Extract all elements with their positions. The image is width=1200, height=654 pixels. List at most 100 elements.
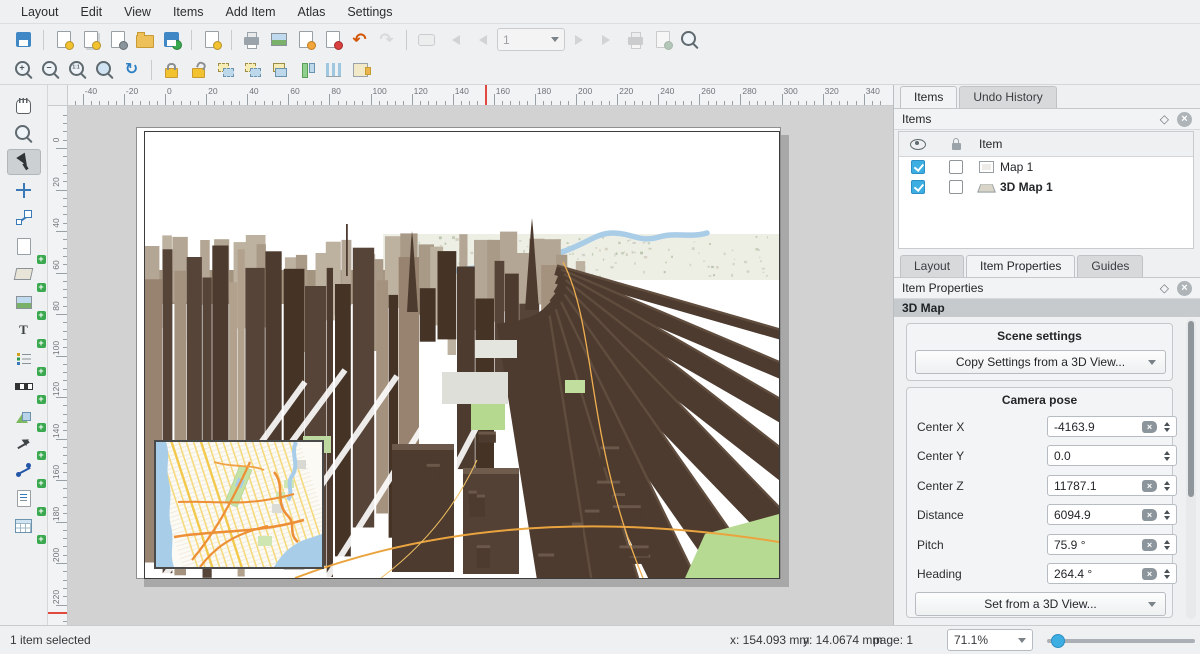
lock-items-button[interactable]	[158, 57, 185, 83]
clear-field-icon[interactable]: ×	[1142, 421, 1157, 433]
group-items-button[interactable]	[212, 57, 239, 83]
export-atlas-button[interactable]	[649, 27, 676, 53]
move-item-content-tool[interactable]	[7, 177, 41, 203]
add-label-tool[interactable]: T+	[7, 317, 41, 343]
item-row-3dmap1[interactable]: 3D Map 1	[899, 177, 1193, 197]
center-x-input[interactable]: -4163.9 ×	[1047, 416, 1177, 437]
add-scalebar-tool[interactable]: +	[7, 373, 41, 399]
atlas-page-combo[interactable]: 1	[497, 28, 565, 51]
close-panel-icon[interactable]: ×	[1177, 281, 1192, 296]
preview-atlas-button[interactable]	[676, 27, 703, 53]
ruler-horizontal[interactable]: -40-200204060801001201401601802002202402…	[68, 85, 893, 106]
center-y-input[interactable]: 0.0	[1047, 445, 1177, 466]
menu-settings[interactable]: Settings	[336, 2, 403, 22]
raise-items-button[interactable]	[266, 57, 293, 83]
ungroup-items-button[interactable]	[239, 57, 266, 83]
tab-undo-history[interactable]: Undo History	[959, 86, 1056, 108]
zoom-actual-button[interactable]: 1:1	[64, 57, 91, 83]
menu-layout[interactable]: Layout	[10, 2, 70, 22]
tab-items[interactable]: Items	[900, 86, 957, 108]
float-panel-icon[interactable]: ◇	[1160, 112, 1169, 126]
copy-settings-button[interactable]: Copy Settings from a 3D View...	[915, 350, 1166, 374]
align-items-button[interactable]	[293, 57, 320, 83]
clear-field-icon[interactable]: ×	[1142, 480, 1157, 492]
open-folder-button[interactable]	[131, 27, 158, 53]
lock-checkbox[interactable]	[949, 160, 963, 174]
layout-manager-button[interactable]	[104, 27, 131, 53]
visibility-checkbox[interactable]	[911, 160, 925, 174]
add-table-tool[interactable]: +	[7, 513, 41, 539]
atlas-settings-button[interactable]	[413, 27, 440, 53]
add-picture-tool[interactable]: +	[7, 289, 41, 315]
duplicate-layout-button[interactable]	[77, 27, 104, 53]
add-pages-button[interactable]	[198, 27, 225, 53]
export-pdf-button[interactable]	[319, 27, 346, 53]
refresh-button[interactable]: ↻	[118, 57, 145, 83]
add-legend-tool[interactable]: +	[7, 345, 41, 371]
atlas-last-button[interactable]	[595, 27, 622, 53]
layout-canvas[interactable]	[68, 106, 893, 625]
scrollbar-thumb[interactable]	[1188, 321, 1194, 497]
spinbox-arrows[interactable]	[1160, 566, 1174, 582]
heading-input[interactable]: 264.4 ° ×	[1047, 563, 1177, 584]
float-panel-icon[interactable]: ◇	[1160, 281, 1169, 295]
spinbox-arrows[interactable]	[1160, 537, 1174, 553]
edit-nodes-item-tool[interactable]	[7, 205, 41, 231]
spinbox-arrows[interactable]	[1160, 478, 1174, 494]
menu-add-item[interactable]: Add Item	[215, 2, 287, 22]
export-svg-button[interactable]	[292, 27, 319, 53]
unlock-all-button[interactable]	[185, 57, 212, 83]
zoom-full-button[interactable]	[91, 57, 118, 83]
pitch-input[interactable]: 75.9 ° ×	[1047, 534, 1177, 555]
undo-button[interactable]: ↶	[346, 27, 373, 53]
center-z-input[interactable]: 11787.1 ×	[1047, 475, 1177, 496]
zoom-out-button[interactable]: −	[37, 57, 64, 83]
clear-field-icon[interactable]: ×	[1142, 539, 1157, 551]
print-atlas-button[interactable]	[622, 27, 649, 53]
set-from-3d-view-button[interactable]: Set from a 3D View...	[915, 592, 1166, 616]
pan-tool[interactable]	[7, 93, 41, 119]
atlas-first-button[interactable]	[440, 27, 467, 53]
menu-edit[interactable]: Edit	[70, 2, 114, 22]
visibility-checkbox[interactable]	[911, 180, 925, 194]
item-row-map1[interactable]: Map 1	[899, 157, 1193, 177]
spinbox-arrows[interactable]	[1160, 419, 1174, 435]
clear-field-icon[interactable]: ×	[1142, 568, 1157, 580]
add-html-tool[interactable]: +	[7, 485, 41, 511]
menu-view[interactable]: View	[113, 2, 162, 22]
spinbox-arrows[interactable]	[1160, 507, 1174, 523]
menu-items[interactable]: Items	[162, 2, 215, 22]
distribute-items-button[interactable]	[320, 57, 347, 83]
add-arrow-tool[interactable]: +	[7, 429, 41, 455]
select-move-item-tool[interactable]	[7, 149, 41, 175]
tab-item-properties[interactable]: Item Properties	[966, 255, 1075, 277]
close-panel-icon[interactable]: ×	[1177, 112, 1192, 127]
save-project-button[interactable]	[10, 27, 37, 53]
add-map-tool[interactable]: +	[7, 261, 41, 287]
add-shape-tool[interactable]: +	[7, 401, 41, 427]
map-inset-item[interactable]	[154, 440, 324, 569]
resize-items-button[interactable]	[347, 57, 374, 83]
export-image-button[interactable]	[265, 27, 292, 53]
clear-field-icon[interactable]: ×	[1142, 509, 1157, 521]
tab-guides[interactable]: Guides	[1077, 255, 1143, 277]
atlas-prev-button[interactable]	[467, 27, 494, 53]
zoom-in-button[interactable]: +	[10, 57, 37, 83]
print-button[interactable]	[238, 27, 265, 53]
zoom-slider-handle[interactable]	[1051, 634, 1065, 648]
lock-checkbox[interactable]	[949, 180, 963, 194]
menu-atlas[interactable]: Atlas	[287, 2, 337, 22]
zoom-level-combo[interactable]: 71.1%	[947, 629, 1033, 651]
add-node-item-tool[interactable]: +	[7, 457, 41, 483]
new-layout-button[interactable]	[50, 27, 77, 53]
layout-page[interactable]	[136, 127, 781, 579]
3d-map-item[interactable]	[144, 131, 780, 579]
add-page-tool[interactable]: +	[7, 233, 41, 259]
properties-scrollbar[interactable]	[1186, 319, 1196, 619]
tab-layout[interactable]: Layout	[900, 255, 964, 277]
distance-input[interactable]: 6094.9 ×	[1047, 504, 1177, 525]
save-as-template-button[interactable]	[158, 27, 185, 53]
zoom-slider[interactable]	[1047, 639, 1195, 643]
spinbox-arrows[interactable]	[1160, 448, 1174, 464]
ruler-vertical[interactable]: 020406080100120140160180200220	[48, 106, 68, 625]
